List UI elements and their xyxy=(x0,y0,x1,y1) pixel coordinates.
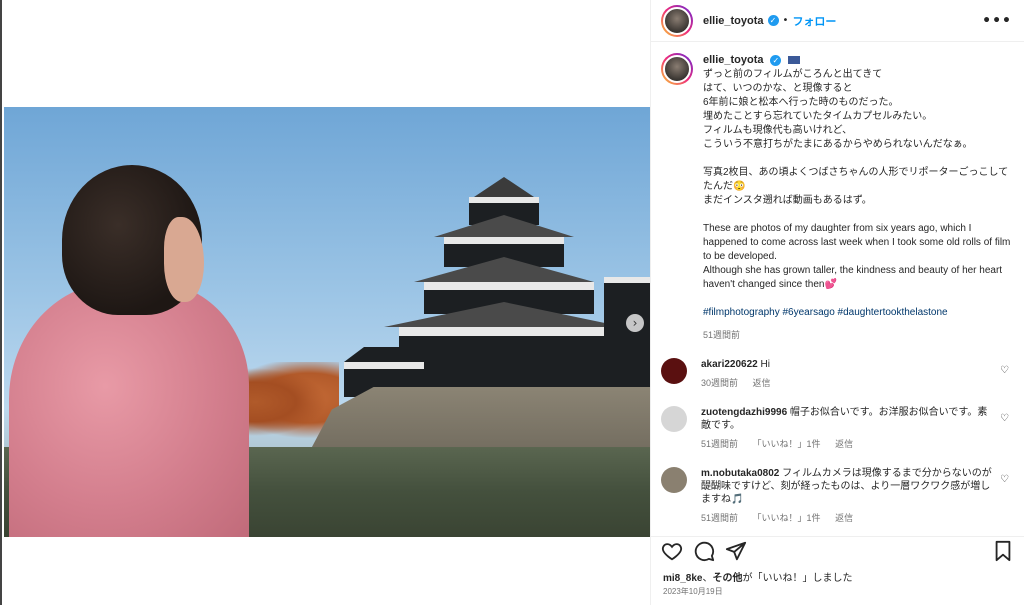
caption-line: These are photos of my daughter from six… xyxy=(703,223,1011,262)
comment-username[interactable]: akari220622 xyxy=(701,359,758,370)
comment-meta: 51週間前 「いいね！」1件 返信 xyxy=(701,512,996,525)
comment-avatar[interactable] xyxy=(661,358,687,384)
likes-summary: mi8_8ke、その他が「いいね！」しました xyxy=(663,569,852,584)
comment-reply-button[interactable]: 返信 xyxy=(835,439,853,449)
post-date[interactable]: 2023年10月19日 xyxy=(663,586,723,597)
post-photo[interactable] xyxy=(4,107,652,537)
bookmark-icon[interactable] xyxy=(992,540,1014,562)
comment-like-icon[interactable]: ♡ xyxy=(1000,366,1010,376)
likes-others-link[interactable]: その他 xyxy=(712,573,742,584)
comment-text: Hi xyxy=(760,359,770,370)
caption-line: まだインスタ遡れば動画もあるはず。 xyxy=(703,195,872,206)
girl-pink-coat xyxy=(9,282,249,537)
caption-line: はて、いつのかな、と現像すると xyxy=(703,83,853,94)
header-username[interactable]: ellie_toyota xyxy=(703,15,764,27)
comment-body: zuotengdazhi9996 帽子お似合いです。お洋服お似合いです。素敵です… xyxy=(701,406,996,451)
comment-body: akari220622 Hi 30週間前 返信 xyxy=(701,358,996,390)
caption-username[interactable]: ellie_toyota xyxy=(703,54,764,66)
comment-time[interactable]: 51週間前 xyxy=(701,513,738,523)
liker-username[interactable]: mi8_8ke xyxy=(663,573,702,584)
comment-like-icon[interactable]: ♡ xyxy=(1000,414,1010,424)
caption-line: 埋めたことすら忘れていたタイムカプセルみたい。 xyxy=(703,111,933,122)
header-separator: • xyxy=(782,15,789,26)
likes-separator: 、 xyxy=(702,573,713,584)
avatar-image xyxy=(663,6,691,35)
comment-likes[interactable]: 「いいね！」1件 xyxy=(753,439,821,449)
more-options-icon[interactable]: ••• xyxy=(982,13,1012,29)
comment-time[interactable]: 30週間前 xyxy=(701,378,738,388)
comment-username[interactable]: m.nobutaka0802 xyxy=(701,468,779,479)
share-plane-icon[interactable] xyxy=(725,540,747,562)
caption-line: ずっと前のフィルムがころんと出てきて xyxy=(703,69,883,80)
caption-line: フィルムも現像代も高いけれど、 xyxy=(703,125,853,136)
film-flag-icon xyxy=(788,56,801,65)
like-heart-icon[interactable] xyxy=(661,540,683,562)
avatar-image xyxy=(663,55,691,83)
comment-likes[interactable]: 「いいね！」1件 xyxy=(753,513,821,523)
follow-button[interactable]: フォロー xyxy=(792,13,836,29)
caption-timestamp[interactable]: 51週間前 xyxy=(703,328,1012,342)
caption-body: ellie_toyota ✓ ずっと前のフィルムがころんと出てきて はて、いつの… xyxy=(703,53,1012,342)
comment-reply-button[interactable]: 返信 xyxy=(753,378,771,388)
caption-line: 写真2枚目、あの頃よくつばさちゃんの人形でリポーターごっこしてたんだ😳 xyxy=(703,167,1009,192)
comment-avatar[interactable] xyxy=(661,406,687,432)
caption-hashtags[interactable]: #filmphotography #6yearsago #daughtertoo… xyxy=(703,306,1012,320)
comments-scroll-area[interactable]: ellie_toyota ✓ ずっと前のフィルムがころんと出てきて はて、いつの… xyxy=(651,43,1024,531)
caption-line: 6年前に娘と松本へ行った時のものだった。 xyxy=(703,97,899,108)
comment-bubble-icon[interactable] xyxy=(693,540,715,562)
comment-meta: 51週間前 「いいね！」1件 返信 xyxy=(701,438,996,451)
post-actions xyxy=(651,536,1024,564)
comment-time[interactable]: 51週間前 xyxy=(701,439,738,449)
comment-username[interactable]: zuotengdazhi9996 xyxy=(701,407,787,418)
comment-like-icon[interactable]: ♡ xyxy=(1000,475,1010,485)
comment-body: m.nobutaka0802 フィルムカメラは現像するまで分からないのが醍醐味で… xyxy=(701,467,996,525)
carousel-next-icon[interactable]: › xyxy=(626,314,644,332)
caption-avatar[interactable] xyxy=(661,53,693,85)
post-sidebar: ellie_toyota ✓ • フォロー ••• ellie_toyota ✓… xyxy=(650,0,1024,605)
comment-reply-button[interactable]: 返信 xyxy=(835,513,853,523)
comment-meta: 30週間前 返信 xyxy=(701,377,996,390)
likes-suffix: が「いいね！」しました xyxy=(742,573,853,584)
castle-illustration xyxy=(344,177,652,397)
caption-line: こういう不意打ちがたまにあるからやめられないんだなぁ。 xyxy=(703,139,973,150)
header-avatar[interactable] xyxy=(661,4,693,37)
comment-item: zuotengdazhi9996 帽子お似合いです。お洋服お似合いです。素敵です… xyxy=(661,406,1012,451)
caption: ellie_toyota ✓ ずっと前のフィルムがころんと出てきて はて、いつの… xyxy=(661,53,1012,342)
comment-item: m.nobutaka0802 フィルムカメラは現像するまで分からないのが醍醐味で… xyxy=(661,467,1012,525)
verified-icon: ✓ xyxy=(767,15,779,26)
post-header: ellie_toyota ✓ • フォロー ••• xyxy=(651,0,1024,42)
comment-item: akari220622 Hi 30週間前 返信 ♡ xyxy=(661,358,1012,390)
verified-icon: ✓ xyxy=(770,54,782,66)
post-media: › xyxy=(0,0,652,605)
caption-line: Although she has grown taller, the kindn… xyxy=(703,265,1003,290)
comment-avatar[interactable] xyxy=(661,467,687,493)
